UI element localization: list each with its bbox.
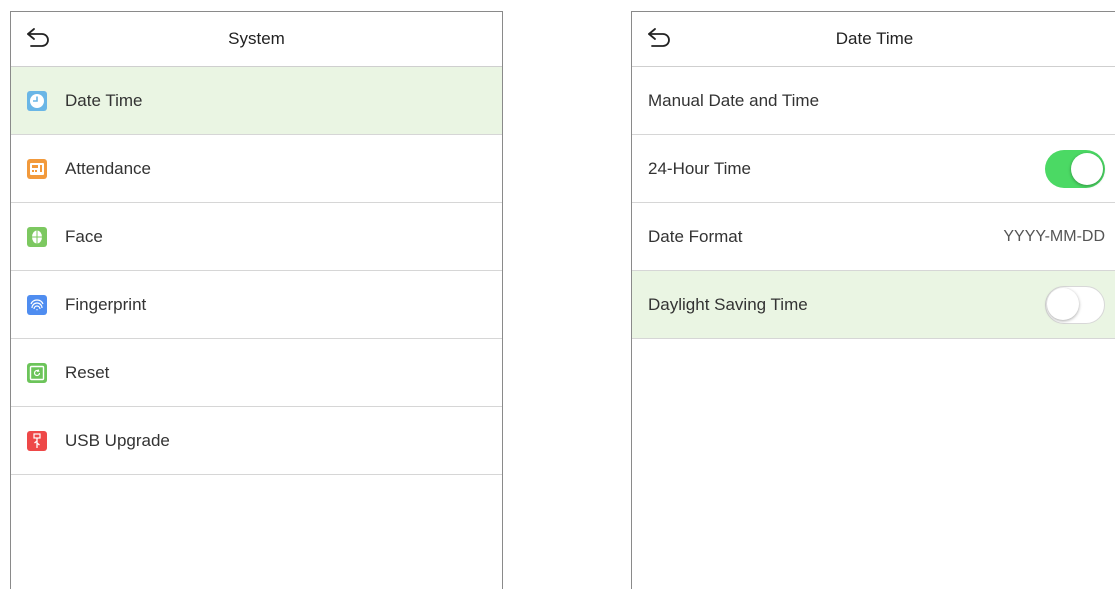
fingerprint-icon [27, 294, 47, 315]
page-title: Date Time [835, 29, 914, 48]
setting-label: 24-Hour Time [648, 158, 751, 178]
setting-daylight-saving-time: Daylight Saving Time [632, 271, 1115, 339]
menu-item-label: Fingerprint [65, 294, 147, 314]
setting-label: Date Format [648, 226, 743, 246]
menu-item-label: USB Upgrade [65, 430, 170, 450]
back-arrow-icon[interactable] [646, 27, 672, 49]
back-arrow-icon[interactable] [25, 27, 51, 49]
setting-24-hour-time: 24-Hour Time [632, 135, 1115, 203]
24-hour-time-toggle[interactable] [1045, 149, 1105, 188]
date-time-header: Date Time [632, 12, 1115, 67]
setting-manual-date-time[interactable]: Manual Date and Time [632, 67, 1115, 135]
system-header: System [11, 12, 502, 67]
clock-icon [27, 90, 47, 111]
setting-label: Manual Date and Time [648, 90, 820, 110]
reset-icon [27, 362, 47, 383]
attendance-icon [27, 158, 47, 179]
daylight-saving-time-toggle[interactable] [1045, 285, 1105, 324]
setting-date-format[interactable]: Date Format YYYY-MM-DD [632, 203, 1115, 271]
menu-item-label: Face [65, 226, 103, 246]
menu-item-face[interactable]: Face [11, 203, 502, 271]
toggle-knob [1047, 287, 1079, 320]
menu-item-reset[interactable]: Reset [11, 339, 502, 407]
menu-item-usb-upgrade[interactable]: USB Upgrade [11, 407, 502, 475]
menu-item-label: Date Time [65, 90, 143, 110]
page-title: System [228, 29, 285, 48]
usb-icon [27, 430, 47, 451]
menu-item-date-time[interactable]: Date Time [11, 67, 502, 135]
setting-label: Daylight Saving Time [648, 294, 808, 314]
face-icon [27, 226, 47, 247]
system-screen: System Date Time Attendance Face Fingerp… [10, 11, 503, 589]
menu-item-label: Attendance [65, 158, 152, 178]
date-time-screen: Date Time Manual Date and Time 24-Hour T… [631, 11, 1115, 589]
menu-item-label: Reset [65, 362, 110, 382]
menu-item-attendance[interactable]: Attendance [11, 135, 502, 203]
date-format-value: YYYY-MM-DD [1003, 227, 1105, 245]
toggle-knob [1071, 152, 1103, 185]
menu-item-fingerprint[interactable]: Fingerprint [11, 271, 502, 339]
